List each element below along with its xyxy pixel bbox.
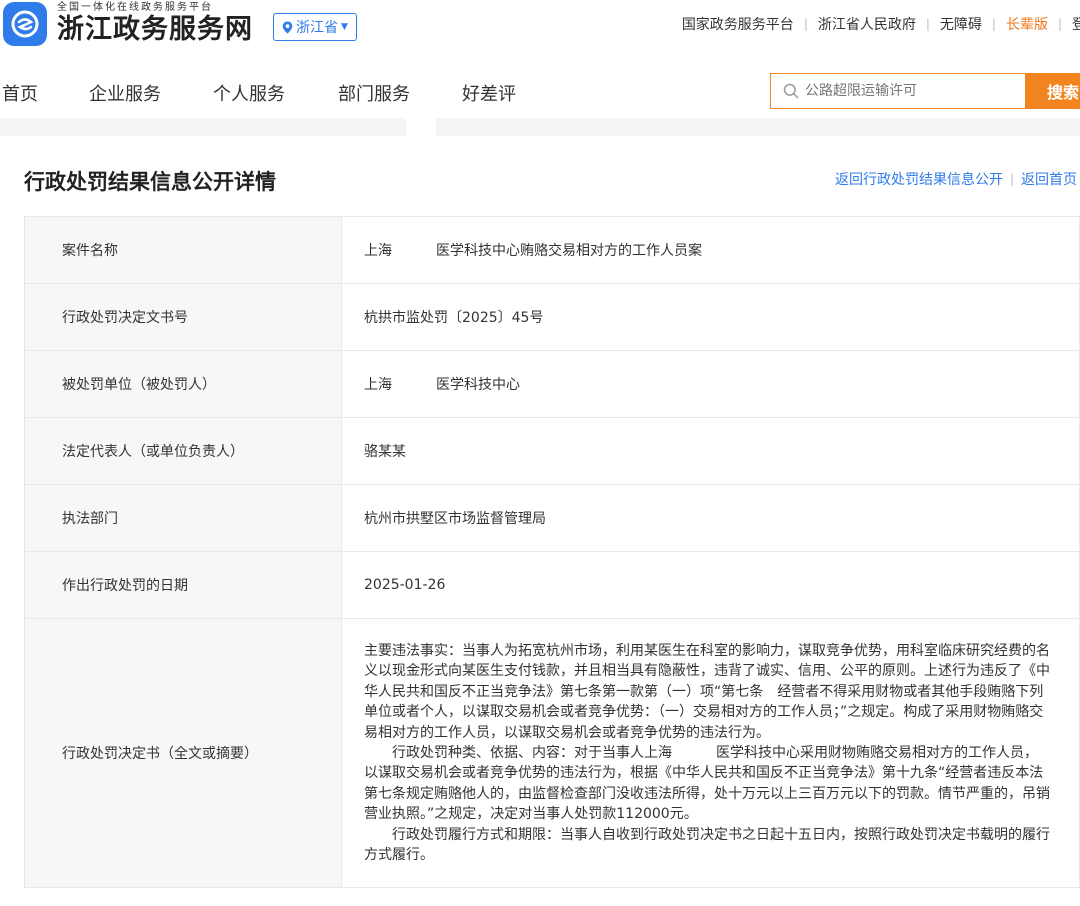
decision-penalty: 行政处罚种类、依据、内容：对于当事人上海 医学科技中心采用财物贿赂交易相对方的工作… — [364, 745, 1050, 823]
row-label: 行政处罚决定文书号 — [24, 283, 342, 351]
logo-subtitle: 全国一体化在线政务服务平台 — [57, 2, 213, 13]
table-row: 执法部门 杭州市拱墅区市场监督管理局 — [24, 484, 1080, 552]
search-input[interactable] — [805, 83, 1005, 99]
back-to-list-link[interactable]: 返回行政处罚结果信息公开 — [835, 169, 1003, 189]
table-row: 作出行政处罚的日期 2025-01-26 — [24, 551, 1080, 619]
logo-mark-icon — [3, 2, 47, 46]
region-selector[interactable]: 浙江省 ▼ — [273, 13, 357, 41]
link-login[interactable]: 登 — [1072, 14, 1080, 34]
row-label: 执法部门 — [24, 484, 342, 552]
top-header: 全国一体化在线政务服务平台 浙江政务服务网 浙江省 ▼ 国家政务服务平台 | 浙… — [0, 0, 1080, 58]
decision-summary: 主要违法事实：当事人为拓宽杭州市场，利用某医生在科室的影响力，谋取竞争优势，用科… — [341, 617, 1080, 889]
table-row: 行政处罚决定书（全文或摘要） 主要违法事实：当事人为拓宽杭州市场，利用某医生在科… — [24, 617, 1080, 889]
row-value: 杭拱市监处罚〔2025〕45号 — [341, 283, 1080, 351]
link-accessibility[interactable]: 无障碍 — [940, 14, 982, 34]
row-label: 行政处罚决定书（全文或摘要） — [24, 617, 342, 889]
back-links: 返回行政处罚结果信息公开 | 返回首页 — [835, 169, 1077, 189]
section-divider-band — [0, 118, 1080, 136]
location-pin-icon — [282, 21, 293, 33]
search-icon — [783, 83, 799, 99]
decision-facts: 主要违法事实：当事人为拓宽杭州市场，利用某医生在科室的影响力，谋取竞争优势，用科… — [364, 643, 1050, 741]
divider: | — [1057, 17, 1062, 31]
search-box — [770, 73, 1026, 109]
link-national-platform[interactable]: 国家政务服务平台 — [682, 14, 794, 34]
table-row: 法定代表人（或单位负责人） 骆某某 — [24, 417, 1080, 485]
row-value: 2025-01-26 — [341, 551, 1080, 619]
row-value: 上海 医学科技中心 — [341, 350, 1080, 418]
caret-down-icon: ▼ — [341, 22, 348, 32]
row-value: 骆某某 — [341, 417, 1080, 485]
nav-enterprise-services[interactable]: 企业服务 — [89, 80, 161, 106]
row-value: 上海 医学科技中心贿赂交易相对方的工作人员案 — [341, 216, 1080, 284]
back-to-home-link[interactable]: 返回首页 — [1021, 169, 1077, 189]
region-label: 浙江省 — [296, 20, 338, 36]
band-notch — [406, 118, 436, 136]
divider: | — [803, 17, 808, 31]
divider: | — [1009, 172, 1014, 186]
link-elder-mode[interactable]: 长辈版 — [1006, 14, 1048, 34]
page-title: 行政处罚结果信息公开详情 — [24, 170, 276, 194]
nav-department-services[interactable]: 部门服务 — [338, 80, 410, 106]
divider: | — [991, 17, 996, 31]
top-links: 国家政务服务平台 | 浙江省人民政府 | 无障碍 | 长辈版 | 登 — [682, 14, 1080, 34]
row-value: 杭州市拱墅区市场监督管理局 — [341, 484, 1080, 552]
link-province-government[interactable]: 浙江省人民政府 — [818, 14, 916, 34]
row-label: 被处罚单位（被处罚人） — [24, 350, 342, 418]
table-row: 案件名称 上海 医学科技中心贿赂交易相对方的工作人员案 — [24, 216, 1080, 284]
row-label: 法定代表人（或单位负责人） — [24, 417, 342, 485]
decision-fulfillment: 行政处罚履行方式和期限：当事人自收到行政处罚决定书之日起十五日内，按照行政处罚决… — [364, 826, 1050, 864]
penalty-details-table: 案件名称 上海 医学科技中心贿赂交易相对方的工作人员案 行政处罚决定文书号 杭拱市… — [24, 216, 1080, 889]
table-row: 行政处罚决定文书号 杭拱市监处罚〔2025〕45号 — [24, 283, 1080, 351]
site-logo[interactable]: 全国一体化在线政务服务平台 浙江政务服务网 — [3, 2, 253, 46]
row-label: 案件名称 — [24, 216, 342, 284]
search-button[interactable]: 搜索 — [1025, 73, 1080, 109]
nav-personal-services[interactable]: 个人服务 — [213, 80, 285, 106]
logo-title: 浙江政务服务网 — [57, 14, 253, 45]
nav-home[interactable]: 首页 — [2, 80, 38, 106]
divider: | — [925, 17, 930, 31]
row-label: 作出行政处罚的日期 — [24, 551, 342, 619]
table-row: 被处罚单位（被处罚人） 上海 医学科技中心 — [24, 350, 1080, 418]
nav-evaluation[interactable]: 好差评 — [462, 80, 516, 106]
